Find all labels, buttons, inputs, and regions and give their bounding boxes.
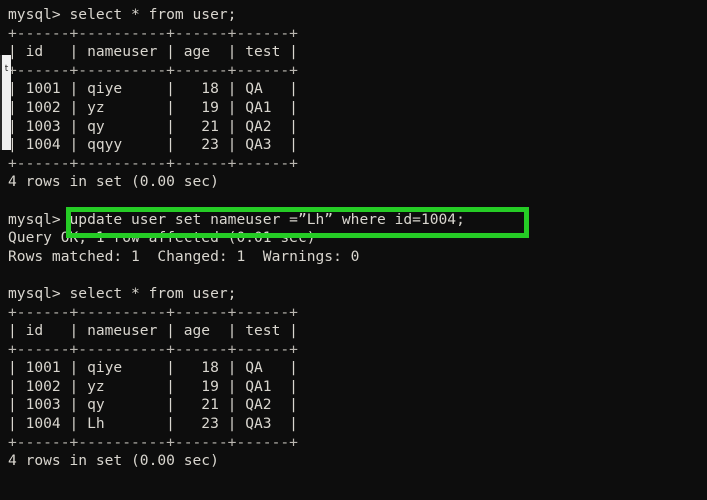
terminal-line: | id | nameuser | age | test | bbox=[8, 43, 298, 61]
terminal-line: | 1001 | qiye | 18 | QA | bbox=[8, 80, 298, 98]
terminal-line: | 1002 | yz | 19 | QA1 | bbox=[8, 98, 298, 116]
terminal-line: Rows matched: 1 Changed: 1 Warnings: 0 bbox=[8, 247, 360, 265]
terminal-line: | 1004 | qqyy | 23 | QA3 | bbox=[8, 136, 298, 154]
terminal-line: +------+----------+------+------+ bbox=[8, 433, 298, 451]
terminal-line: 4 rows in set (0.00 sec) bbox=[8, 173, 219, 191]
fragment-glyph: t bbox=[4, 64, 9, 74]
terminal-line: +------+----------+------+------+ bbox=[8, 303, 298, 321]
terminal-line: +------+----------+------+------+ bbox=[8, 340, 298, 358]
terminal-line-update-command: mysql> update user set nameuser =”Lh” wh… bbox=[8, 210, 465, 228]
terminal-line: 4 rows in set (0.00 sec) bbox=[8, 452, 219, 470]
terminal-line: +------+----------+------+------+ bbox=[8, 61, 298, 79]
terminal-line: | 1001 | qiye | 18 | QA | bbox=[8, 359, 298, 377]
terminal-line: | id | nameuser | age | test | bbox=[8, 322, 298, 340]
terminal-line: mysql> select * from user; bbox=[8, 284, 237, 302]
terminal-line: Query OK, 1 row affected (0.01 sec) bbox=[8, 229, 316, 247]
terminal-line: +------+----------+------+------+ bbox=[8, 24, 298, 42]
terminal-line: +------+----------+------+------+ bbox=[8, 154, 298, 172]
terminal-output[interactable]: mysql> select * from user; +------+-----… bbox=[8, 6, 698, 471]
terminal-line: | 1004 | Lh | 23 | QA3 | bbox=[8, 415, 298, 433]
background-window-fragment[interactable]: t bbox=[2, 55, 11, 150]
terminal-line: mysql> select * from user; bbox=[8, 6, 237, 23]
terminal-line: | 1003 | qy | 21 | QA2 | bbox=[8, 117, 298, 135]
terminal-window: t mysql> select * from user; +------+---… bbox=[0, 0, 707, 500]
terminal-line: | 1003 | qy | 21 | QA2 | bbox=[8, 396, 298, 414]
terminal-line: | 1002 | yz | 19 | QA1 | bbox=[8, 377, 298, 395]
